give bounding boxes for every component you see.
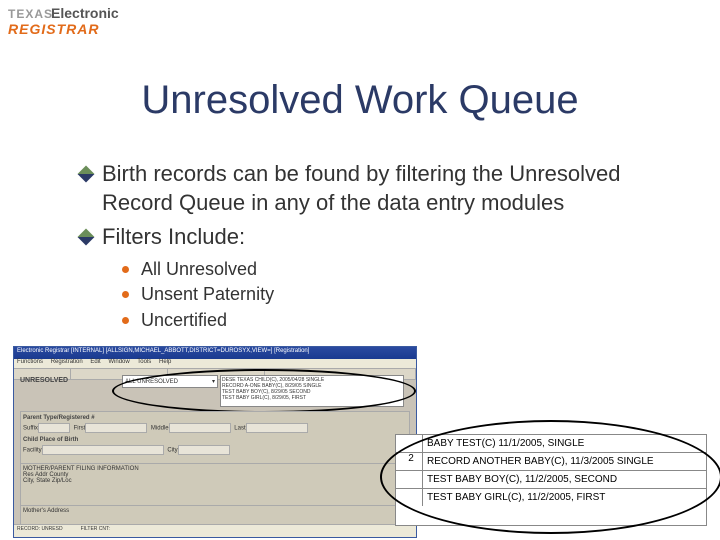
dot-icon bbox=[122, 266, 129, 273]
dot-icon bbox=[122, 317, 129, 324]
field-label: Facility bbox=[23, 448, 42, 454]
status-text: RECORD: UNRESD bbox=[17, 526, 63, 536]
text-field[interactable] bbox=[246, 423, 308, 433]
menubar: Functions Registration Edit Window Tools… bbox=[14, 359, 416, 369]
logo: TEXASElectronic REGISTRAR bbox=[8, 6, 119, 36]
menu-item[interactable]: Functions bbox=[17, 359, 43, 365]
app-screenshot: Electronic Registrar [INTERNAL] [ALLSIGN… bbox=[13, 346, 417, 538]
menu-item[interactable]: Edit bbox=[90, 359, 100, 365]
field-label: Suffix bbox=[23, 426, 38, 432]
field-label: Middle bbox=[151, 426, 169, 432]
panel-parent: Parent Type/Registered # Suffix First Mi… bbox=[20, 411, 410, 465]
panel-title: Mother's Address bbox=[23, 508, 69, 514]
logo-texas: TEXAS bbox=[8, 7, 53, 21]
field-label: First bbox=[74, 426, 86, 432]
sub-bullet-3-text: Uncertified bbox=[141, 309, 227, 332]
text-field[interactable] bbox=[85, 423, 147, 433]
field-label: City bbox=[167, 448, 177, 454]
text-field[interactable] bbox=[38, 423, 70, 433]
menu-item[interactable]: Window bbox=[108, 359, 129, 365]
panel-address: Mother's Address bbox=[20, 505, 410, 525]
text-field[interactable] bbox=[178, 445, 230, 455]
bullet-1-text: Birth records can be found by filtering … bbox=[102, 160, 640, 217]
field-label: City, State Zip/Loc bbox=[23, 478, 72, 484]
page-title: Unresolved Work Queue bbox=[0, 78, 720, 123]
panel-mother: MOTHER/PARENT FILING INFORMATION Res Add… bbox=[20, 463, 410, 507]
panel-title: MOTHER/PARENT FILING INFORMATION bbox=[23, 466, 407, 472]
dot-icon bbox=[122, 291, 129, 298]
diamond-icon bbox=[78, 166, 95, 183]
logo-electronic: Electronic bbox=[51, 5, 119, 21]
bullet-2-text: Filters Include: bbox=[102, 223, 245, 252]
sub-bullet-2: Unsent Paternity bbox=[122, 283, 640, 306]
text-field[interactable] bbox=[169, 423, 231, 433]
sub-bullets: All Unresolved Unsent Paternity Uncertif… bbox=[122, 258, 640, 332]
highlight-oval bbox=[112, 369, 416, 413]
status-bar: RECORD: UNRESD FILTER CNT: bbox=[14, 524, 416, 537]
slide: TEXASElectronic REGISTRAR Unresolved Wor… bbox=[0, 0, 720, 540]
menu-item[interactable]: Tools bbox=[137, 359, 151, 365]
bullet-2: Filters Include: bbox=[80, 223, 640, 252]
sub-bullet-1-text: All Unresolved bbox=[141, 258, 257, 281]
sub-bullet-3: Uncertified bbox=[122, 309, 640, 332]
text-field[interactable] bbox=[42, 445, 164, 455]
menu-item[interactable]: Registration bbox=[51, 359, 83, 365]
body-text: Birth records can be found by filtering … bbox=[80, 160, 640, 334]
window-titlebar: Electronic Registrar [INTERNAL] [ALLSIGN… bbox=[14, 347, 416, 359]
panel-title: Child Place of Birth bbox=[23, 437, 407, 443]
highlight-oval bbox=[380, 420, 720, 534]
panel-title: Parent Type/Registered # bbox=[23, 415, 407, 421]
logo-registrar: REGISTRAR bbox=[8, 22, 119, 36]
sub-bullet-2-text: Unsent Paternity bbox=[141, 283, 274, 306]
sub-bullet-1: All Unresolved bbox=[122, 258, 640, 281]
diamond-icon bbox=[78, 229, 95, 246]
field-label: Last bbox=[234, 426, 245, 432]
menu-item[interactable]: Help bbox=[159, 359, 171, 365]
bullet-1: Birth records can be found by filtering … bbox=[80, 160, 640, 217]
section-label: UNRESOLVED bbox=[20, 377, 68, 384]
status-text: FILTER CNT: bbox=[81, 526, 110, 536]
